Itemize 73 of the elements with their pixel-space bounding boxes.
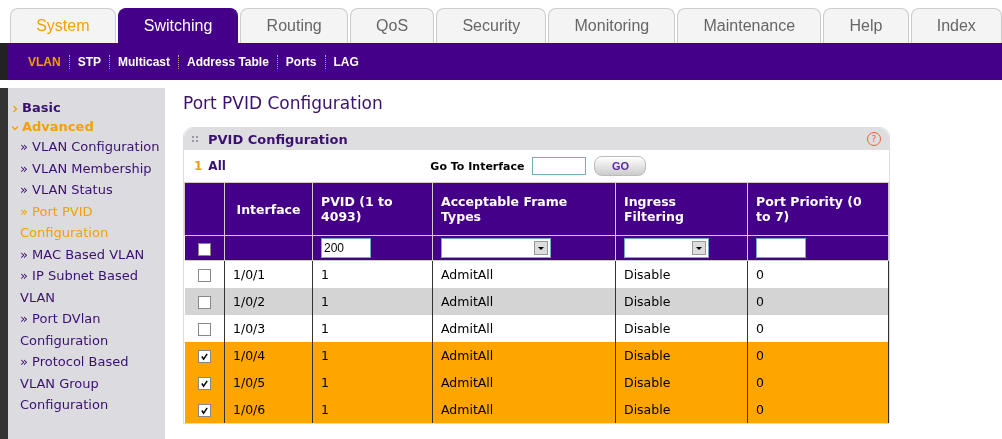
table-cell: 1/0/4: [224, 342, 313, 369]
panel-title: PVID Configuration: [208, 131, 349, 147]
goto-field[interactable]: [532, 157, 587, 175]
table-cell: 0: [747, 342, 889, 369]
subnav-link[interactable]: Address Table: [187, 54, 269, 69]
table-cell: 1/0/2: [224, 288, 313, 315]
ingress-select[interactable]: [624, 238, 709, 258]
table-cell: AdmitAll: [432, 342, 616, 369]
sidebar-item[interactable]: » VLAN Configuration: [8, 136, 165, 158]
table-cell: 1: [312, 288, 433, 315]
pvid-input[interactable]: 200: [321, 238, 371, 258]
page-all-link[interactable]: All: [208, 159, 431, 173]
table-cell: 1: [312, 342, 433, 369]
dropdown-icon: [692, 241, 706, 255]
nav-tab[interactable]: Switching: [117, 8, 239, 43]
frame-types-select[interactable]: [441, 238, 551, 258]
select-all-checkbox[interactable]: [197, 242, 211, 256]
row-checkbox[interactable]: [197, 269, 211, 282]
table-cell: 0: [747, 288, 889, 315]
sidebar-item[interactable]: » Protocol Based VLAN Group Configuration: [8, 351, 165, 416]
column-header: Port Priority (0 to 7): [747, 182, 889, 236]
table-cell: 1: [312, 369, 433, 396]
table-row[interactable]: 1/0/6 1 AdmitAll Disable 0: [184, 396, 889, 423]
table-cell: Disable: [615, 342, 748, 369]
page-title: Port PVID Configuration: [183, 93, 384, 113]
row-checkbox[interactable]: [197, 296, 211, 309]
nav-tab[interactable]: Index: [910, 8, 1002, 43]
column-header: Acceptable Frame Types: [432, 182, 616, 236]
sidebar-item[interactable]: » IP Subnet Based VLAN: [8, 265, 165, 308]
table-row[interactable]: 1/0/2 1 AdmitAll Disable 0: [184, 288, 889, 315]
table-row[interactable]: 1/0/4 1 AdmitAll Disable 0: [184, 342, 889, 369]
priority-input[interactable]: [756, 238, 806, 258]
nav-tab[interactable]: Help: [823, 8, 909, 43]
row-checkbox[interactable]: [197, 377, 211, 390]
row-checkbox[interactable]: [197, 404, 211, 417]
sidebar-item[interactable]: » VLAN Membership: [8, 157, 165, 179]
go-button[interactable]: GO: [594, 156, 647, 176]
nav-tab[interactable]: Routing: [240, 8, 348, 43]
nav-tab[interactable]: Monitoring: [548, 8, 676, 43]
chevron-down-icon: [12, 125, 18, 131]
sidebar-section[interactable]: Basic: [8, 98, 165, 117]
subnav-link[interactable]: LAG: [333, 54, 359, 69]
subnav-link[interactable]: VLAN: [28, 54, 61, 69]
table-cell: AdmitAll: [432, 288, 616, 315]
column-header: Interface: [224, 182, 313, 236]
table-cell: 1: [312, 396, 433, 423]
table-cell: 1/0/6: [224, 396, 313, 423]
table-cell: AdmitAll: [432, 369, 616, 396]
row-checkbox[interactable]: [197, 323, 211, 336]
sidebar-item[interactable]: » VLAN Status: [8, 179, 165, 201]
nav-tab[interactable]: Maintenance: [677, 8, 822, 43]
row-checkbox[interactable]: [197, 350, 211, 363]
dropdown-icon: [534, 241, 548, 255]
column-header: PVID (1 to 4093): [312, 182, 433, 236]
table-cell: Disable: [615, 288, 748, 315]
subnav-link[interactable]: Ports: [285, 54, 317, 69]
table-cell: AdmitAll: [432, 396, 616, 423]
nav-tab[interactable]: Security: [436, 8, 547, 43]
sidebar-item[interactable]: » Port DVlan Configuration: [8, 308, 165, 351]
table-cell: Disable: [615, 369, 748, 396]
column-header: Ingress Filtering: [615, 182, 748, 236]
table-cell: 1/0/5: [224, 369, 313, 396]
table-cell: Disable: [615, 396, 748, 423]
nav-tab[interactable]: QoS: [349, 8, 435, 43]
subnav-link[interactable]: Multicast: [118, 54, 171, 69]
table-cell: 0: [747, 369, 889, 396]
subnav-link[interactable]: STP: [77, 54, 101, 69]
table-row[interactable]: 1/0/5 1 AdmitAll Disable 0: [184, 369, 889, 396]
table-cell: 0: [747, 396, 889, 423]
goto-label: Go To Interface: [430, 159, 525, 173]
sidebar-item[interactable]: » MAC Based VLAN: [8, 243, 165, 265]
chevron-right-icon: [12, 106, 18, 112]
grip-icon: [192, 136, 198, 142]
